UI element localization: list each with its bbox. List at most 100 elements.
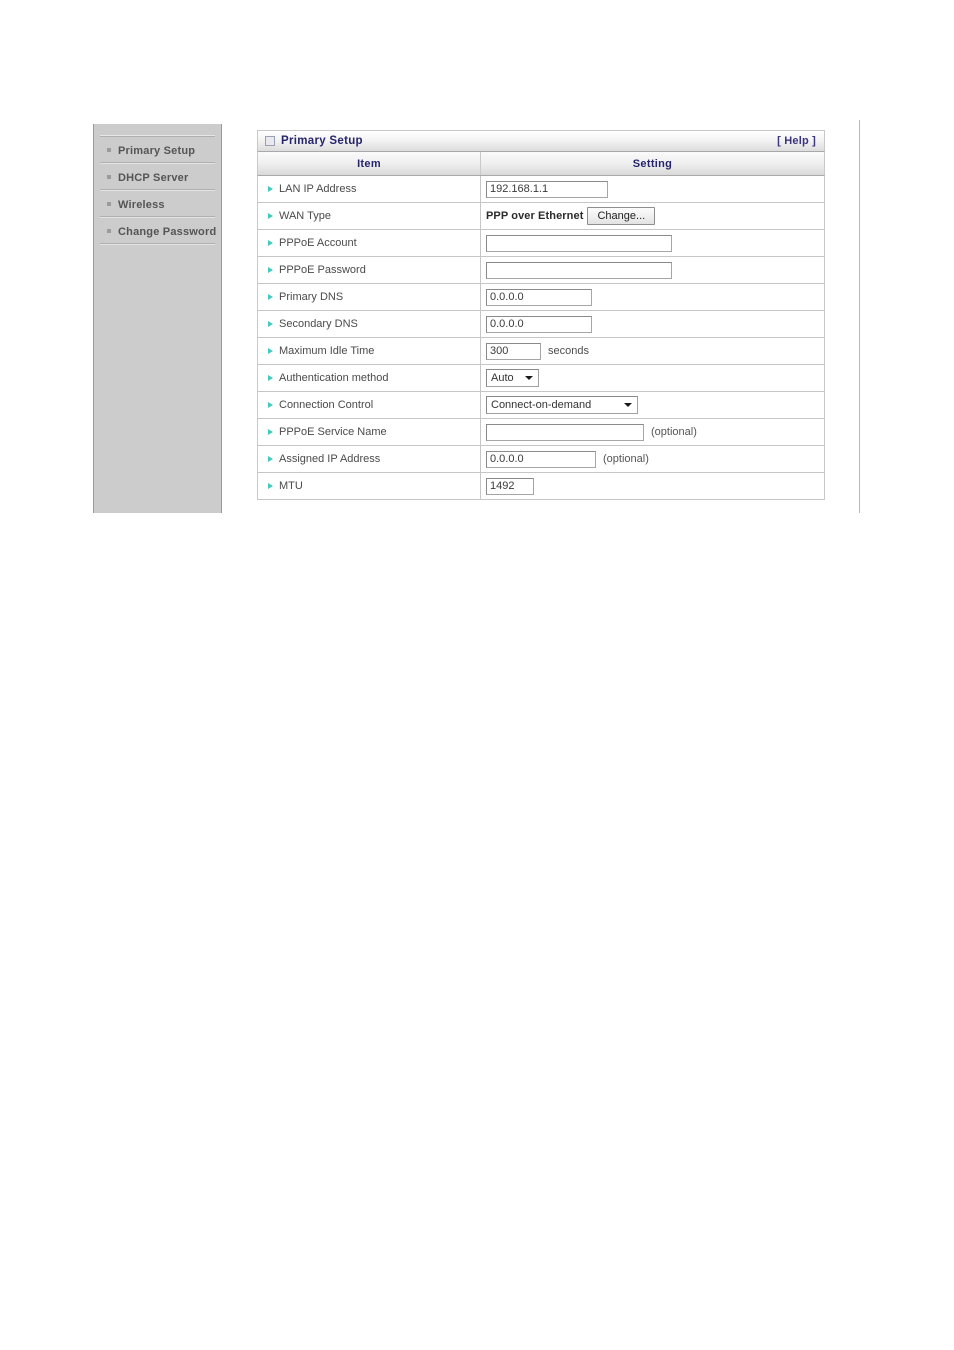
column-header-item: Item (258, 152, 481, 175)
assigned-ip-optional-note: (optional) (603, 453, 649, 465)
triangle-bullet-icon (268, 429, 273, 435)
triangle-bullet-icon (268, 483, 273, 489)
table-row-authentication-method: Authentication method Auto (258, 365, 824, 392)
pppoe-account-input[interactable] (486, 234, 672, 252)
row-item-cell: Maximum Idle Time (258, 338, 481, 364)
row-label: PPPoE Password (279, 264, 366, 276)
row-item-cell: PPPoE Account (258, 230, 481, 256)
maximum-idle-time-unit: seconds (548, 345, 589, 357)
sidebar-item-wireless[interactable]: Wireless (100, 190, 215, 217)
row-label: WAN Type (279, 210, 331, 222)
row-setting-cell: Auto (481, 365, 824, 391)
sidebar-item-dhcp-server[interactable]: DHCP Server (100, 163, 215, 190)
row-setting-cell (481, 176, 824, 202)
triangle-bullet-icon (268, 402, 273, 408)
panel-titlebar: Primary Setup [ Help ] (257, 130, 825, 152)
column-header-item-label: Item (357, 157, 381, 170)
triangle-bullet-icon (268, 348, 273, 354)
table-row-pppoe-password: PPPoE Password (258, 257, 824, 284)
secondary-dns-input[interactable] (486, 315, 592, 333)
row-setting-cell: (optional) (481, 419, 824, 445)
help-link[interactable]: [ Help ] (777, 135, 816, 147)
row-label: PPPoE Service Name (279, 426, 387, 438)
triangle-bullet-icon (268, 186, 273, 192)
table-row-lan-ip-address: LAN IP Address (258, 176, 824, 203)
row-setting-cell (481, 257, 824, 283)
triangle-bullet-icon (268, 240, 273, 246)
authentication-method-value: Auto (491, 372, 514, 384)
mtu-input[interactable] (486, 477, 534, 495)
table-header-row: Item Setting (257, 152, 825, 176)
row-setting-cell (481, 311, 824, 337)
table-row-pppoe-account: PPPoE Account (258, 230, 824, 257)
triangle-bullet-icon (268, 321, 273, 327)
row-setting-cell (481, 473, 824, 499)
primary-dns-input[interactable] (486, 288, 592, 306)
row-item-cell: MTU (258, 473, 481, 499)
chevron-down-icon (624, 403, 632, 407)
primary-setup-panel: Primary Setup [ Help ] Item Setting LAN … (257, 130, 825, 500)
table-row-primary-dns: Primary DNS (258, 284, 824, 311)
row-setting-cell: Connect-on-demand (481, 392, 824, 418)
row-item-cell: WAN Type (258, 203, 481, 229)
assigned-ip-address-input[interactable] (486, 450, 596, 468)
wan-type-value: PPP over Ethernet (486, 210, 584, 222)
square-bullet-icon (107, 148, 111, 152)
sidebar-item-label: Change Password (118, 226, 217, 238)
column-header-setting-label: Setting (632, 157, 673, 170)
sidebar-item-label: DHCP Server (118, 172, 189, 184)
row-item-cell: Connection Control (258, 392, 481, 418)
row-label: PPPoE Account (279, 237, 357, 249)
row-setting-cell (481, 284, 824, 310)
page-title: Primary Setup (281, 135, 363, 147)
content-right-divider (859, 120, 860, 513)
row-label: MTU (279, 480, 303, 492)
triangle-bullet-icon (268, 294, 273, 300)
sidebar-item-label: Primary Setup (118, 145, 196, 157)
square-bullet-icon (107, 175, 111, 179)
row-setting-cell: (optional) (481, 446, 824, 472)
row-item-cell: PPPoE Service Name (258, 419, 481, 445)
sidebar-nav: Primary Setup DHCP Server Wireless Chang… (93, 124, 222, 513)
row-item-cell: Primary DNS (258, 284, 481, 310)
table-row-connection-control: Connection Control Connect-on-demand (258, 392, 824, 419)
table-row-assigned-ip-address: Assigned IP Address (optional) (258, 446, 824, 473)
row-setting-cell: PPP over Ethernet Change... (481, 203, 824, 229)
table-row-wan-type: WAN Type PPP over Ethernet Change... (258, 203, 824, 230)
row-item-cell: Authentication method (258, 365, 481, 391)
table-row-pppoe-service-name: PPPoE Service Name (optional) (258, 419, 824, 446)
sidebar-item-change-password[interactable]: Change Password (100, 217, 217, 244)
triangle-bullet-icon (268, 456, 273, 462)
maximum-idle-time-input[interactable] (486, 342, 541, 360)
table-row-secondary-dns: Secondary DNS (258, 311, 824, 338)
pppoe-password-input[interactable] (486, 261, 672, 279)
row-setting-cell (481, 230, 824, 256)
change-wan-type-button[interactable]: Change... (587, 207, 656, 225)
triangle-bullet-icon (268, 267, 273, 273)
square-bullet-icon (107, 229, 111, 233)
row-item-cell: PPPoE Password (258, 257, 481, 283)
row-label: Assigned IP Address (279, 453, 381, 465)
row-item-cell: LAN IP Address (258, 176, 481, 202)
connection-control-value: Connect-on-demand (491, 399, 592, 411)
sidebar-item-list: Primary Setup DHCP Server Wireless Chang… (94, 136, 221, 244)
column-header-setting: Setting (481, 152, 824, 175)
sidebar-item-primary-setup[interactable]: Primary Setup (100, 136, 215, 163)
row-label: Secondary DNS (279, 318, 358, 330)
sidebar-item-label: Wireless (118, 199, 165, 211)
row-label: Primary DNS (279, 291, 344, 303)
connection-control-select[interactable]: Connect-on-demand (486, 396, 638, 414)
window-box-icon (265, 136, 275, 146)
triangle-bullet-icon (268, 213, 273, 219)
page-root: Primary Setup DHCP Server Wireless Chang… (0, 0, 954, 1350)
square-bullet-icon (107, 202, 111, 206)
triangle-bullet-icon (268, 375, 273, 381)
authentication-method-select[interactable]: Auto (486, 369, 539, 387)
row-label: Connection Control (279, 399, 374, 411)
settings-table-body: LAN IP Address WAN Type PPP over Etherne… (257, 176, 825, 500)
row-item-cell: Assigned IP Address (258, 446, 481, 472)
pppoe-service-name-optional-note: (optional) (651, 426, 697, 438)
table-row-mtu: MTU (258, 473, 824, 500)
lan-ip-address-input[interactable] (486, 180, 608, 198)
pppoe-service-name-input[interactable] (486, 423, 644, 441)
